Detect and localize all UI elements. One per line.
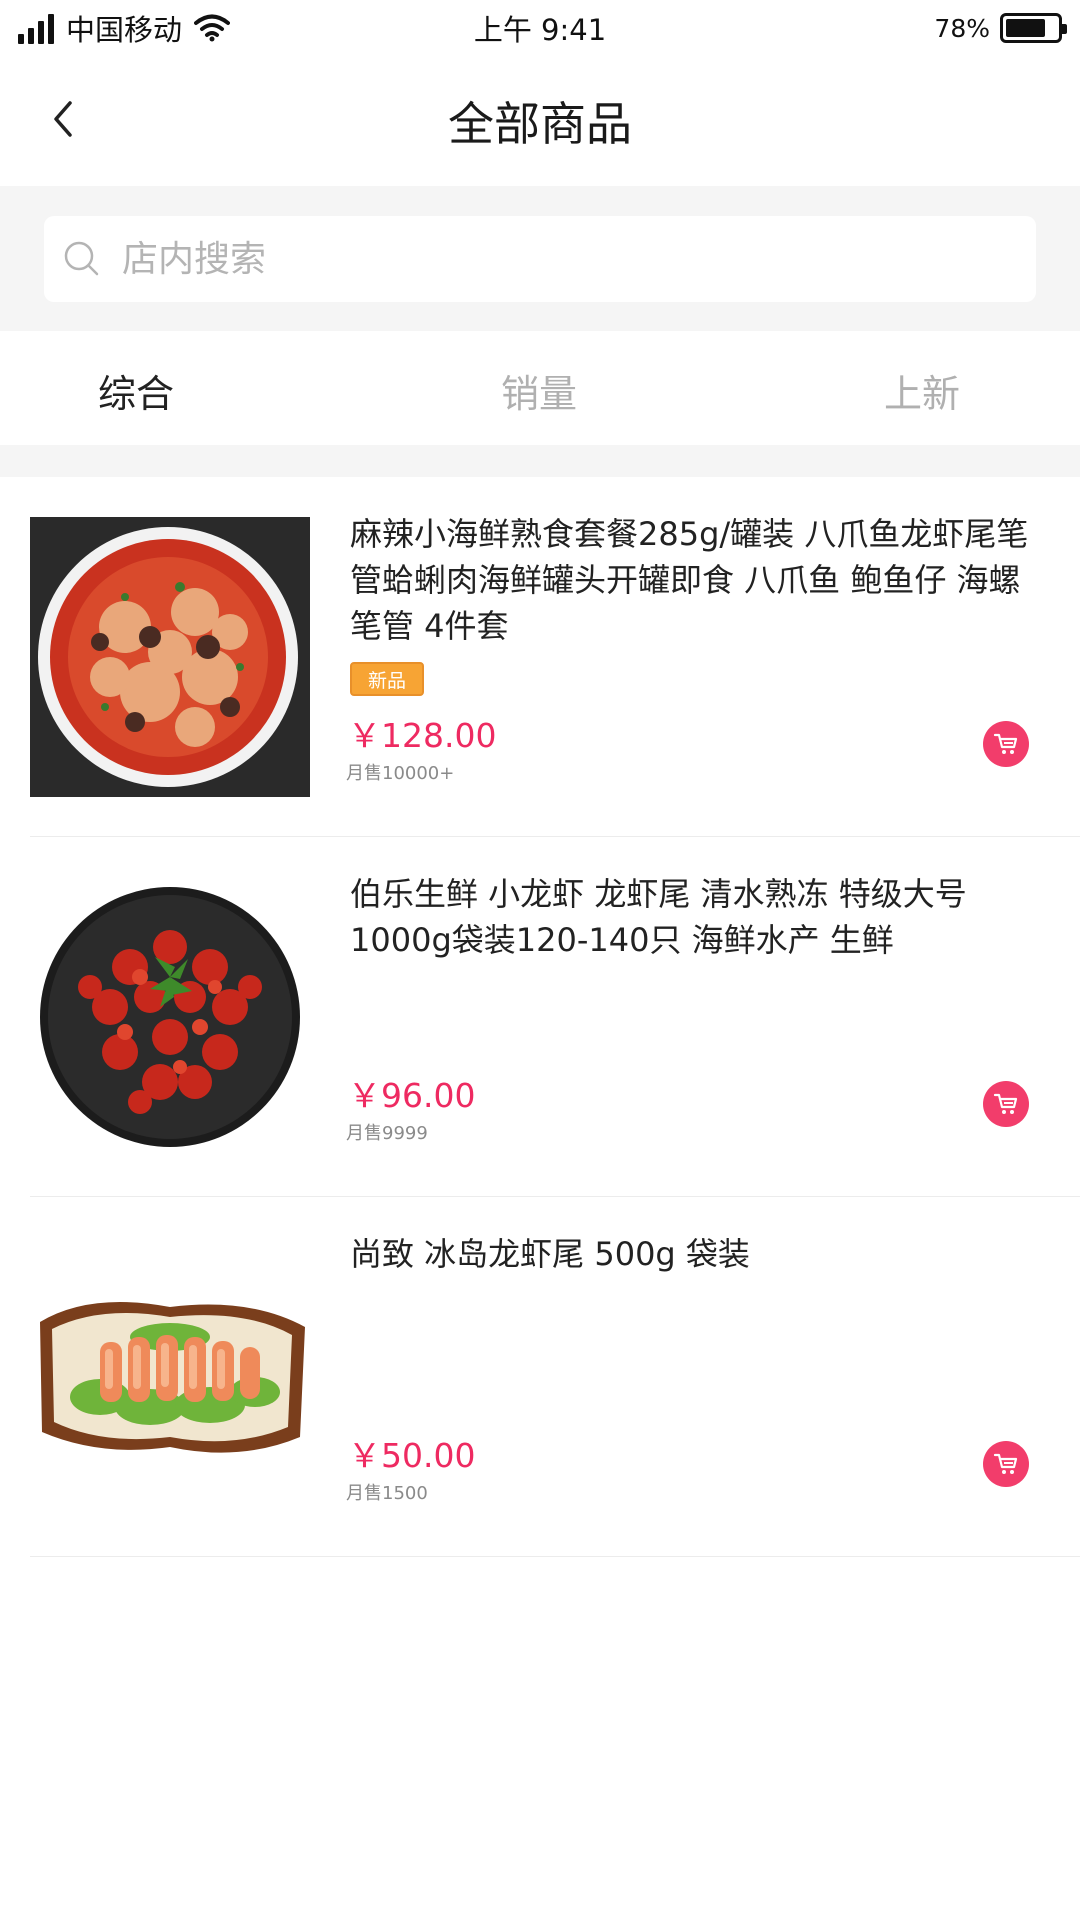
- search-box[interactable]: [44, 216, 1036, 302]
- search-area: [0, 186, 1080, 331]
- battery-icon: [1000, 13, 1067, 43]
- status-right: 78%: [934, 13, 1067, 43]
- cart-icon: [993, 1453, 1018, 1474]
- product-item[interactable]: 麻辣小海鲜熟食套餐285g/罐装 八爪鱼龙虾尾笔管蛤蜊肉海鲜罐头开罐即食 八爪鱼…: [0, 477, 1080, 837]
- tab-sales[interactable]: 销量: [501, 363, 577, 418]
- new-badge: 新品: [350, 662, 424, 696]
- row-divider: [30, 1556, 1080, 1557]
- monthly-sales: 月售1500: [346, 1483, 428, 1504]
- monthly-sales: 月售9999: [346, 1123, 428, 1144]
- product-item[interactable]: 尚致 冰岛龙虾尾 500g 袋装 ￥50.00 月售1500: [0, 1197, 1080, 1557]
- product-title[interactable]: 伯乐生鲜 小龙虾 龙虾尾 清水熟冻 特级大号 1000g袋装120-140只 海…: [350, 871, 1030, 963]
- divider-band: [0, 445, 1080, 477]
- carrier-label: 中国移动: [66, 13, 183, 47]
- product-image-crayfish-plate[interactable]: [30, 877, 310, 1157]
- product-price: ￥50.00: [348, 1436, 476, 1475]
- tab-new[interactable]: 上新: [884, 363, 960, 418]
- search-input[interactable]: [120, 237, 940, 281]
- product-title[interactable]: 麻辣小海鲜熟食套餐285g/罐装 八爪鱼龙虾尾笔管蛤蜊肉海鲜罐头开罐即食 八爪鱼…: [350, 511, 1030, 649]
- add-to-cart-button[interactable]: [983, 721, 1029, 767]
- cart-icon: [993, 1093, 1018, 1114]
- product-price: ￥128.00: [348, 716, 497, 755]
- product-price: ￥96.00: [348, 1076, 476, 1115]
- product-title[interactable]: 尚致 冰岛龙虾尾 500g 袋装: [350, 1231, 1030, 1277]
- cart-icon: [993, 733, 1018, 754]
- product-image-seafood-bowl[interactable]: [30, 517, 310, 797]
- nav-bar: 全部商品: [0, 56, 1080, 186]
- sort-tabs: 综合 销量 上新: [0, 331, 1080, 445]
- product-image-lobster-tails[interactable]: [30, 1237, 310, 1517]
- search-icon: [64, 241, 99, 276]
- battery-percent: 78%: [934, 13, 990, 43]
- monthly-sales: 月售10000+: [346, 763, 455, 784]
- battery-level: [1006, 19, 1045, 37]
- signal-icon: [18, 12, 54, 44]
- product-item[interactable]: 伯乐生鲜 小龙虾 龙虾尾 清水熟冻 特级大号 1000g袋装120-140只 海…: [0, 837, 1080, 1197]
- page-title: 全部商品: [448, 97, 632, 151]
- status-bar: 中国移动 上午 9:41 78%: [0, 0, 1080, 56]
- back-button[interactable]: [38, 94, 88, 144]
- tab-comprehensive[interactable]: 综合: [98, 363, 174, 418]
- add-to-cart-button[interactable]: [983, 1081, 1029, 1127]
- wifi-icon: [194, 14, 231, 42]
- status-left: 中国移动: [18, 7, 231, 49]
- add-to-cart-button[interactable]: [983, 1441, 1029, 1487]
- chevron-left-icon: [54, 101, 72, 137]
